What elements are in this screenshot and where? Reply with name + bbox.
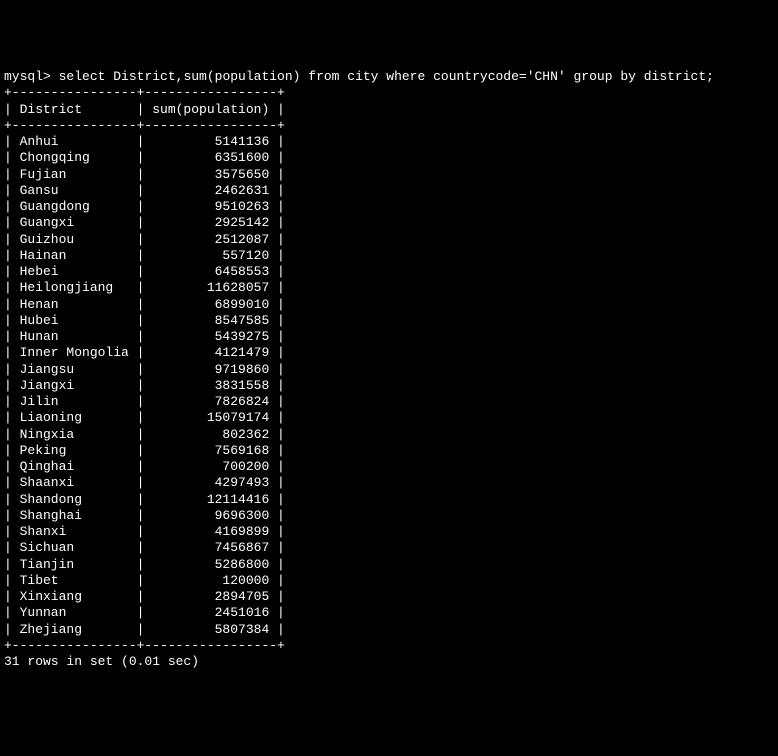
table-border-bot: +----------------+-----------------+ bbox=[4, 638, 285, 653]
status-line: 31 rows in set (0.01 sec) bbox=[4, 654, 199, 669]
table-border-top: +----------------+-----------------+ bbox=[4, 85, 285, 100]
table-body: | Anhui | 5141136 | | Chongqing | 635160… bbox=[4, 134, 285, 637]
prompt: mysql> bbox=[4, 69, 51, 84]
query: select District,sum(population) from cit… bbox=[59, 69, 714, 84]
table-header: | District | sum(population) | bbox=[4, 102, 285, 117]
table-border-mid: +----------------+-----------------+ bbox=[4, 118, 285, 133]
terminal-output: mysql> select District,sum(population) f… bbox=[4, 69, 774, 670]
